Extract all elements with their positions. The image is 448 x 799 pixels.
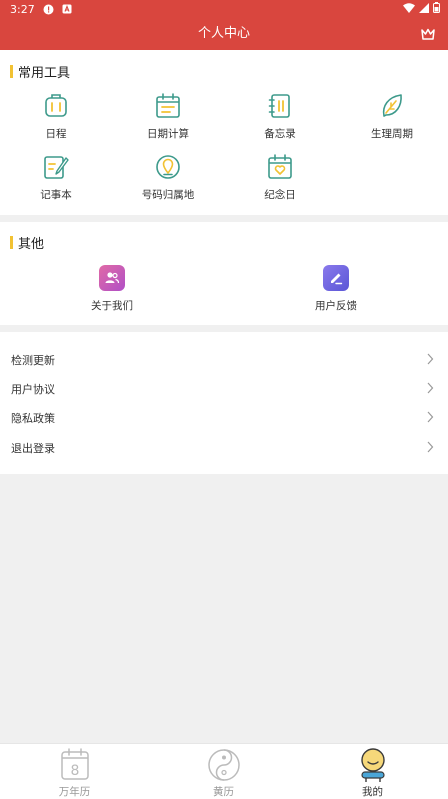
feedback-label: 用户反馈 — [315, 300, 357, 312]
tool-date-calc[interactable]: 日期计算 — [112, 92, 224, 141]
status-time: 3:27 — [10, 2, 35, 16]
row-label: 用户协议 — [11, 383, 55, 396]
tools-section-header: 常用工具 — [10, 63, 71, 81]
calendar-day-number: 8 — [70, 763, 79, 779]
tab-label: 我的 — [362, 786, 383, 798]
tools-section-title: 常用工具 — [18, 65, 71, 81]
smiley-avatar-icon — [360, 748, 385, 782]
row-label: 隐私政策 — [11, 412, 55, 425]
notepad-pen-icon — [44, 156, 69, 179]
row-label: 检测更新 — [11, 354, 55, 367]
about-us-item[interactable]: 关于我们 — [0, 265, 224, 313]
other-section-header: 其他 — [10, 234, 45, 252]
calendar-heart-icon — [268, 154, 292, 179]
tab-label: 万年历 — [58, 786, 91, 798]
edit-icon — [323, 265, 349, 291]
calendar-icon — [156, 93, 180, 118]
check-update-row[interactable]: 检测更新 — [0, 345, 448, 375]
tab-mine[interactable]: 我的 — [298, 744, 447, 799]
tool-anniversary[interactable]: 纪念日 — [224, 153, 336, 202]
crown-icon[interactable] — [420, 26, 436, 42]
tool-label: 日期计算 — [147, 128, 189, 140]
tool-schedule[interactable]: 日程 — [0, 92, 112, 141]
alert-icon — [43, 4, 54, 15]
tool-notepad[interactable]: 记事本 — [0, 153, 112, 202]
tool-label: 备忘录 — [264, 128, 296, 140]
luggage-icon — [45, 94, 67, 117]
page-title: 个人中心 — [197, 26, 250, 41]
tool-label: 纪念日 — [264, 189, 296, 201]
users-icon — [99, 265, 125, 291]
wifi-icon — [403, 2, 415, 16]
other-card: 其他 关于我们 用户反馈 — [0, 222, 448, 325]
tool-label: 日程 — [45, 128, 67, 140]
tool-memo[interactable]: 备忘录 — [224, 92, 336, 141]
tool-label: 生理周期 — [371, 128, 413, 140]
other-section-title: 其他 — [18, 236, 45, 252]
app-notification-icon — [62, 4, 72, 14]
tool-label: 记事本 — [40, 189, 72, 201]
row-label: 退出登录 — [11, 442, 55, 455]
tab-almanac[interactable]: 黄历 — [149, 744, 298, 799]
tab-label: 黄历 — [213, 786, 234, 798]
location-pin-icon — [156, 155, 180, 179]
tools-card: 常用工具 日程 日期计算 备忘录 生理周期 记事本 号码归属地 纪念日 — [0, 50, 448, 215]
chevron-right-icon — [427, 382, 434, 394]
tool-label: 号码归属地 — [141, 189, 195, 201]
logout-row[interactable]: 退出登录 — [0, 433, 448, 463]
leaf-icon — [382, 94, 402, 117]
yin-yang-icon — [207, 749, 240, 781]
tool-period[interactable]: 生理周期 — [336, 92, 448, 141]
notebook-icon — [268, 94, 290, 118]
settings-card: 检测更新 用户协议 隐私政策 退出登录 — [0, 332, 448, 474]
tool-phone-location[interactable]: 号码归属地 — [112, 153, 224, 202]
tab-calendar[interactable]: 8 万年历 — [0, 744, 149, 799]
section-accent-bar — [10, 235, 13, 249]
chevron-right-icon — [427, 411, 434, 423]
signal-icon — [419, 2, 429, 16]
about-us-label: 关于我们 — [91, 300, 133, 312]
user-agreement-row[interactable]: 用户协议 — [0, 374, 448, 404]
bottom-tab-bar: 8 万年历 黄历 我的 — [0, 743, 448, 799]
chevron-right-icon — [427, 441, 434, 453]
feedback-item[interactable]: 用户反馈 — [224, 265, 448, 313]
calendar-tab-icon: 8 — [60, 748, 89, 780]
app-header: 个人中心 — [0, 18, 448, 50]
status-bar: 3:27 — [0, 0, 448, 18]
privacy-policy-row[interactable]: 隐私政策 — [0, 403, 448, 433]
chevron-right-icon — [427, 353, 434, 365]
section-accent-bar — [10, 64, 13, 78]
battery-icon — [433, 2, 440, 16]
